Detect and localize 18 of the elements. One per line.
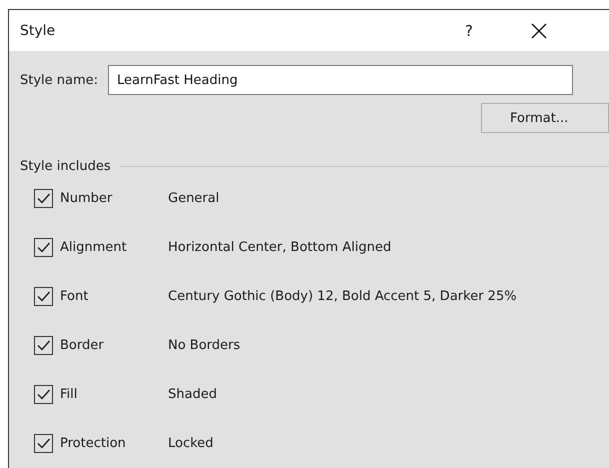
include-checkbox[interactable]: Border bbox=[34, 336, 168, 355]
include-checkbox[interactable]: Alignment bbox=[34, 238, 168, 257]
include-value: No Borders bbox=[168, 338, 240, 353]
include-checkbox[interactable]: Font bbox=[34, 287, 168, 306]
include-value: Locked bbox=[168, 436, 214, 451]
format-button[interactable]: Format... bbox=[481, 103, 609, 133]
include-value: General bbox=[168, 191, 220, 206]
help-button[interactable]: ? bbox=[459, 22, 479, 40]
include-checkbox[interactable]: Number bbox=[34, 189, 168, 208]
window-title: Style bbox=[20, 22, 56, 38]
include-value: Shaded bbox=[168, 387, 217, 402]
include-value: Horizontal Center, Bottom Aligned bbox=[168, 240, 392, 255]
include-value: Century Gothic (Body) 12, Bold Accent 5, Darker 25% bbox=[168, 289, 517, 304]
style-name-field[interactable]: LearnFast Heading bbox=[108, 65, 574, 95]
include-checkbox[interactable]: Fill bbox=[34, 385, 168, 404]
include-checkbox[interactable]: Protection bbox=[34, 434, 168, 453]
group-heading: Style includes bbox=[20, 159, 111, 174]
style-name-label: Style name: bbox=[20, 72, 98, 88]
